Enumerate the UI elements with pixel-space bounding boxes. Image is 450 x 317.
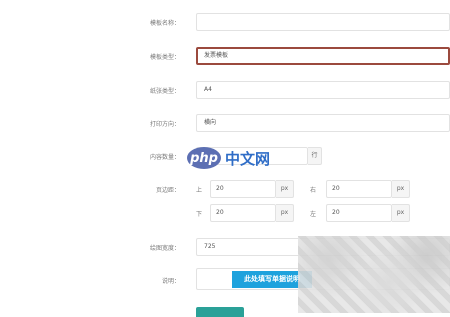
- margin-right-label: 右: [309, 187, 316, 194]
- template-type-input[interactable]: 发票模板: [196, 47, 450, 65]
- paper-type-select[interactable]: A4: [196, 81, 450, 99]
- template-name-label: 模板名称：: [149, 20, 180, 27]
- note-label: 说明：: [161, 278, 180, 285]
- margin-left-unit: px: [392, 204, 410, 222]
- margin-bottom-label: 下: [195, 211, 202, 218]
- margin-top-label: 上: [195, 187, 202, 194]
- margin-bottom-input[interactable]: 20: [210, 204, 276, 222]
- margin-right-input[interactable]: 20: [326, 180, 392, 198]
- margins-label: 页边距：: [155, 187, 180, 194]
- margin-bottom-unit: px: [276, 204, 294, 222]
- print-orientation-label: 打印方向：: [149, 121, 180, 128]
- template-name-input[interactable]: [196, 13, 450, 31]
- margin-left-label: 左: [309, 211, 316, 218]
- php-logo-badge: php: [187, 147, 221, 169]
- content-count-label: 内容数量：: [149, 154, 180, 161]
- template-type-label: 模板类型：: [149, 54, 180, 61]
- php-logo-text: 中文网: [225, 149, 271, 168]
- margin-right-unit: px: [392, 180, 410, 198]
- content-count-unit: 行: [308, 147, 322, 165]
- margin-top-input[interactable]: 20: [210, 180, 276, 198]
- canvas-width-label: 绘图宽度：: [149, 245, 180, 252]
- paper-type-label: 纸张类型：: [149, 88, 180, 95]
- print-orientation-select[interactable]: 横向: [196, 114, 450, 132]
- php-cn-logo: php 中文网: [187, 146, 270, 170]
- margin-left-input[interactable]: 20: [326, 204, 392, 222]
- blurred-region: [298, 236, 450, 313]
- margin-top-unit: px: [276, 180, 294, 198]
- submit-button[interactable]: [196, 307, 244, 317]
